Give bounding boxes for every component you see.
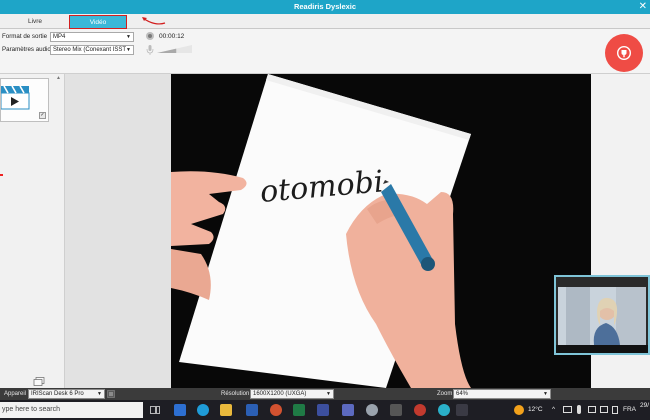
wifi-icon[interactable] [588, 406, 596, 413]
device-settings-icon[interactable] [107, 390, 115, 398]
readiris-taskbar-icon[interactable] [438, 404, 450, 416]
resolution-value: 1600X1200 (UXGA) [253, 391, 307, 397]
word-icon[interactable] [246, 404, 258, 416]
close-icon[interactable]: ✕ [639, 0, 647, 14]
mode-tabs: Livre Vidéo [0, 14, 650, 29]
recording-timer: 00:00:12 [159, 33, 185, 40]
webcam-feed [556, 277, 648, 353]
pages-panel: ▲ ✓ [0, 74, 65, 388]
zoom-label: Zoom [437, 390, 453, 397]
zoom-select[interactable]: 64% ▼ [453, 389, 551, 399]
audio-label: Paramètres audio [2, 46, 51, 53]
record-icon [616, 45, 632, 61]
status-bar: Appareil IRIScan Desk 6 Pro ▼ Résolution… [0, 388, 650, 400]
chevron-down-icon: ▼ [97, 391, 102, 397]
device-select[interactable]: IRIScan Desk 6 Pro ▼ [28, 389, 105, 399]
annotation-arrow-icon [142, 17, 166, 25]
webcam-overlay[interactable] [554, 275, 650, 355]
clock-date[interactable]: 29/ [640, 402, 649, 409]
device-value: IRIScan Desk 6 Pro [31, 391, 84, 397]
format-select[interactable]: MP4 ▼ [50, 32, 134, 42]
annotation-mark [0, 174, 3, 176]
video-thumbnail[interactable]: ✓ [0, 78, 49, 122]
input-language[interactable]: FRA [623, 406, 636, 413]
chevron-down-icon: ▼ [126, 34, 131, 40]
format-label: Format de sortie [2, 33, 48, 40]
weather-sun-icon[interactable] [514, 405, 524, 415]
video-clapper-icon [1, 85, 30, 110]
task-view-icon[interactable] [150, 405, 160, 415]
app-title: Readiris Dyslexic [293, 2, 357, 11]
video-preview[interactable]: otomobi [171, 74, 591, 388]
chevron-down-icon: ▼ [543, 391, 548, 397]
edge-icon[interactable] [197, 404, 209, 416]
device-label: Appareil [4, 390, 27, 397]
chevron-down-icon: ▼ [126, 47, 131, 53]
output-settings: Format de sortie MP4 ▼ Paramètres audio … [0, 29, 650, 74]
handwriting-scene: otomobi [171, 74, 591, 388]
format-value: MP4 [53, 34, 66, 40]
microphone-tray-icon[interactable] [577, 405, 581, 414]
record-indicator-icon [146, 32, 154, 40]
tab-video[interactable]: Vidéo [69, 15, 127, 29]
app-icon-gray[interactable] [366, 404, 378, 416]
powerpoint-icon[interactable] [270, 404, 282, 416]
chevron-up-icon[interactable]: ^ [552, 406, 555, 413]
app-icon-red[interactable] [414, 404, 426, 416]
chevron-down-icon: ▼ [326, 391, 331, 397]
app-icon-puzzle[interactable] [342, 404, 354, 416]
volume-slider[interactable] [157, 45, 192, 53]
settings-gear-icon[interactable] [390, 404, 402, 416]
zoom-value: 64% [456, 391, 469, 397]
file-explorer-icon[interactable] [220, 404, 232, 416]
thumbnail-checkbox[interactable]: ✓ [39, 112, 46, 119]
excel-icon[interactable] [293, 404, 305, 416]
resolution-select[interactable]: 1600X1200 (UXGA) ▼ [250, 389, 334, 399]
taskbar-search-input[interactable]: ype here to search [0, 402, 143, 418]
network-icon[interactable] [563, 406, 572, 413]
scroll-up-icon[interactable]: ▲ [56, 75, 61, 81]
teams-icon[interactable] [174, 404, 186, 416]
audio-value: Stereo Mix (Conexant ISST [53, 47, 127, 53]
title-bar: Readiris Dyslexic ✕ [0, 0, 650, 14]
speaker-icon[interactable] [600, 406, 608, 413]
battery-icon[interactable] [612, 406, 618, 414]
app-icon-dark[interactable] [456, 404, 468, 416]
record-button[interactable] [605, 34, 643, 72]
app-icon-blue[interactable] [317, 404, 329, 416]
pages-icon[interactable] [33, 377, 45, 386]
resolution-label: Résolution [221, 390, 250, 397]
temperature[interactable]: 12°C [528, 406, 543, 413]
windows-taskbar: ype here to search 12°C ^ FRA 29/ [0, 400, 650, 420]
tab-livre[interactable]: Livre [0, 15, 70, 29]
audio-select[interactable]: Stereo Mix (Conexant ISST ▼ [50, 45, 134, 55]
microphone-icon[interactable] [146, 45, 154, 55]
